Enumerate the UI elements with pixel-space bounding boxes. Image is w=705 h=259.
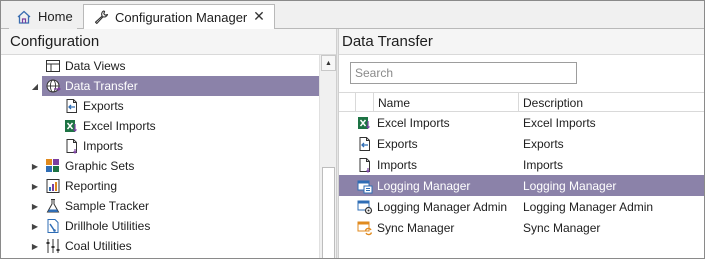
column-header-description[interactable]: Description xyxy=(518,93,704,112)
tree-item-label: Excel Imports xyxy=(83,119,156,133)
reporting-icon xyxy=(45,178,61,194)
tree-item-exports[interactable]: Exports xyxy=(1,96,319,116)
tree-item-label: Data Transfer xyxy=(65,79,138,93)
logging-admin-icon xyxy=(357,199,373,215)
tree-item-label: Reporting xyxy=(65,179,118,193)
row-description: Sync Manager xyxy=(523,220,601,235)
row-name: Logging Manager xyxy=(377,178,471,193)
tree-item-label: Sample Tracker xyxy=(65,199,150,213)
row-name: Logging Manager Admin xyxy=(377,199,508,214)
column-header-name[interactable]: Name xyxy=(373,93,518,112)
tab-label: Configuration Manager xyxy=(115,9,248,25)
globe-transfer-icon xyxy=(45,78,61,94)
row-description: Logging Manager xyxy=(523,178,617,193)
tab-strip: Home Configuration Manager ✕ xyxy=(1,1,704,30)
row-name: Imports xyxy=(377,157,418,172)
tab-configuration-manager[interactable]: Configuration Manager ✕ xyxy=(83,4,275,30)
tree-item-label: Drillhole Utilities xyxy=(65,219,151,233)
tree-item-graphic-sets[interactable]: ▶ Graphic Sets xyxy=(1,156,319,176)
export-doc-icon xyxy=(64,98,80,114)
app-window: Home Configuration Manager ✕ Configurati… xyxy=(0,0,705,259)
grid-row-excel-imports[interactable]: Excel Imports Excel Imports xyxy=(339,112,704,133)
search-input[interactable] xyxy=(350,62,577,84)
tree-item-sample-tracker[interactable]: ▶ Sample Tracker xyxy=(1,196,319,216)
wrench-icon xyxy=(92,9,110,25)
configuration-tree: Data Views ◢ Data Transfer Exports Excel… xyxy=(1,55,319,258)
close-icon[interactable]: ✕ xyxy=(252,8,266,24)
import-doc-icon xyxy=(357,157,373,173)
scroll-up-arrow-icon[interactable]: ▲ xyxy=(321,55,336,71)
collapsed-arrow-icon[interactable]: ▶ xyxy=(30,180,40,192)
graphic-sets-icon xyxy=(45,158,61,174)
tree-item-label: Exports xyxy=(83,99,124,113)
collapsed-arrow-icon[interactable]: ▶ xyxy=(30,200,40,212)
tree-item-data-transfer[interactable]: ◢ Data Transfer xyxy=(1,76,319,96)
tree-item-data-views[interactable]: Data Views xyxy=(1,56,319,76)
tree-item-label: Imports xyxy=(83,139,124,153)
excel-icon xyxy=(357,115,373,131)
row-name: Exports xyxy=(377,136,418,151)
grid-row-exports[interactable]: Exports Exports xyxy=(339,133,704,154)
row-description: Excel Imports xyxy=(523,115,596,130)
sync-manager-icon xyxy=(357,220,373,236)
tab-home[interactable]: Home xyxy=(9,4,77,29)
configuration-pane-title: Configuration xyxy=(1,29,336,55)
scrollbar-thumb[interactable] xyxy=(322,167,335,258)
grid-row-imports[interactable]: Imports Imports xyxy=(339,154,704,175)
home-icon xyxy=(15,9,33,25)
tab-label: Home xyxy=(38,9,73,24)
grid-header: Name Description xyxy=(339,92,704,112)
icon-column-header xyxy=(355,93,373,112)
row-description: Logging Manager Admin xyxy=(523,199,654,214)
grid-row-logging-manager-admin[interactable]: Logging Manager Admin Logging Manager Ad… xyxy=(339,196,704,217)
coal-icon xyxy=(45,238,61,254)
row-name: Sync Manager xyxy=(377,220,455,235)
tree-item-coal-utilities[interactable]: ▶ Coal Utilities xyxy=(1,236,319,256)
row-description: Imports xyxy=(523,157,564,172)
import-doc-icon xyxy=(64,138,80,154)
tree-item-excel-imports[interactable]: Excel Imports xyxy=(1,116,319,136)
row-description: Exports xyxy=(523,136,564,151)
flask-icon xyxy=(45,198,61,214)
logging-manager-icon xyxy=(357,178,373,194)
tree-item-label: Coal Utilities xyxy=(65,239,132,253)
grid-row-sync-manager[interactable]: Sync Manager Sync Manager xyxy=(339,217,704,238)
tree-item-imports[interactable]: Imports xyxy=(1,136,319,156)
tree-item-label: Data Views xyxy=(65,59,126,73)
collapsed-arrow-icon[interactable]: ▶ xyxy=(30,160,40,172)
grid-row-logging-manager[interactable]: Logging Manager Logging Manager xyxy=(339,175,704,196)
drillhole-icon xyxy=(45,218,61,234)
collapsed-arrow-icon[interactable]: ▶ xyxy=(30,240,40,252)
table-icon xyxy=(45,58,61,74)
export-doc-icon xyxy=(357,136,373,152)
tree-item-reporting[interactable]: ▶ Reporting xyxy=(1,176,319,196)
excel-icon xyxy=(64,118,80,134)
tree-item-label: Graphic Sets xyxy=(65,159,135,173)
expanded-arrow-icon[interactable]: ◢ xyxy=(30,80,40,92)
data-transfer-grid: Name Description Excel Imports Excel Imp… xyxy=(339,92,704,258)
tree-vertical-scrollbar[interactable]: ▲ xyxy=(319,55,336,258)
collapsed-arrow-icon[interactable]: ▶ xyxy=(30,220,40,232)
data-transfer-pane-title: Data Transfer xyxy=(339,29,704,55)
row-name: Excel Imports xyxy=(377,115,450,130)
tree-item-drillhole-utilities[interactable]: ▶ Drillhole Utilities xyxy=(1,216,319,236)
